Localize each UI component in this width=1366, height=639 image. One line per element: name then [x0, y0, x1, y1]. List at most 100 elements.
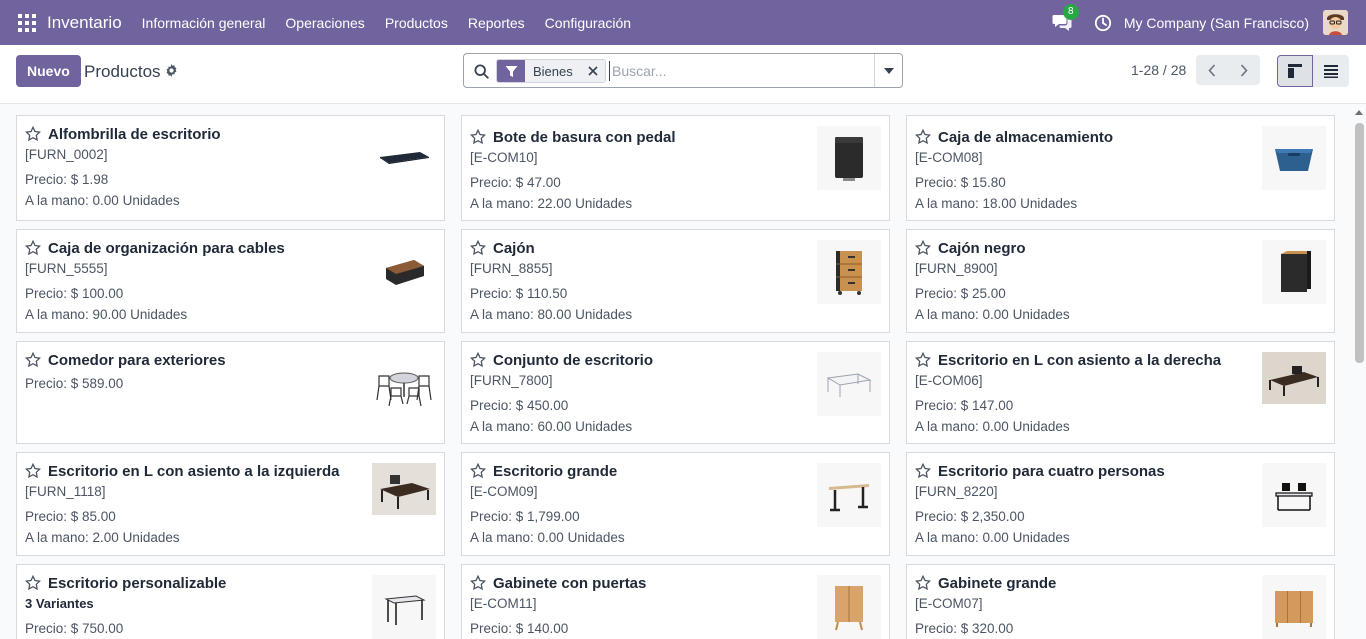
product-image — [1262, 575, 1326, 639]
product-name: Cajón negro — [938, 239, 1026, 257]
product-image — [372, 352, 436, 416]
product-image — [817, 240, 881, 304]
gear-icon[interactable] — [165, 64, 178, 77]
product-image — [1262, 126, 1326, 190]
product-card[interactable]: Alfombrilla de escritorio [FURN_0002] Pr… — [16, 115, 445, 221]
product-name: Alfombrilla de escritorio — [48, 125, 221, 143]
product-card[interactable]: Caja de organización para cables [FURN_5… — [16, 229, 445, 333]
app-brand[interactable]: Inventario — [47, 13, 122, 33]
product-image — [372, 126, 436, 190]
product-card[interactable]: Comedor para exteriores Precio: $ 589.00 — [16, 341, 445, 444]
product-card[interactable]: Caja de almacenamiento [E-COM08] Precio:… — [906, 115, 1335, 221]
chat-icon[interactable]: 8 — [1052, 3, 1079, 33]
drawer-image — [836, 251, 862, 295]
storage-box-image — [1275, 149, 1313, 171]
product-image — [817, 352, 881, 416]
star-icon[interactable] — [915, 463, 931, 479]
product-card[interactable]: Gabinete grande [E-COM07] Precio: $ 320.… — [906, 564, 1335, 639]
search-input[interactable] — [609, 61, 869, 81]
product-name: Gabinete grande — [938, 574, 1057, 592]
menu-configuration[interactable]: Configuración — [545, 15, 631, 31]
new-button[interactable]: Nuevo — [16, 55, 81, 87]
star-icon[interactable] — [915, 129, 931, 145]
product-image — [372, 463, 436, 515]
page-title: Productos — [84, 62, 161, 81]
kanban-view-button[interactable] — [1277, 55, 1313, 87]
star-icon[interactable] — [25, 575, 41, 591]
product-on-hand: A la mano: 2.00 Unidades — [25, 530, 180, 545]
product-on-hand: A la mano: 60.00 Unidades — [470, 419, 633, 434]
close-icon[interactable] — [580, 60, 605, 82]
search-icon[interactable] — [474, 64, 489, 79]
product-image — [372, 240, 436, 304]
star-icon[interactable] — [25, 463, 41, 479]
product-name: Escritorio personalizable — [48, 574, 227, 592]
product-card[interactable]: Cajón [FURN_8855] Precio: $ 110.50 A la … — [461, 229, 890, 333]
product-card[interactable]: Escritorio personalizable 3 Variantes Pr… — [16, 564, 445, 639]
product-card[interactable]: Conjunto de escritorio [FURN_7800] Preci… — [461, 341, 890, 444]
product-name: Escritorio en L con asiento a la izquier… — [48, 462, 340, 480]
product-on-hand: A la mano: 0.00 Unidades — [470, 530, 625, 545]
star-icon[interactable] — [470, 575, 486, 591]
menu-products[interactable]: Productos — [385, 15, 448, 31]
search-bar: Bienes — [463, 53, 903, 88]
custom-desk-image — [384, 595, 426, 625]
product-card[interactable]: Escritorio para cuatro personas [FURN_82… — [906, 452, 1335, 556]
l-desk-left-image — [372, 463, 436, 515]
menu-reports[interactable]: Reportes — [468, 15, 525, 31]
star-icon[interactable] — [25, 240, 41, 256]
desk-pad-image — [380, 152, 429, 164]
product-on-hand: A la mano: 18.00 Unidades — [915, 196, 1078, 211]
product-card[interactable]: Bote de basura con pedal [E-COM10] Preci… — [461, 115, 890, 221]
product-image — [817, 463, 881, 527]
product-name: Caja de almacenamiento — [938, 128, 1114, 146]
star-icon[interactable] — [470, 463, 486, 479]
activity-clock-icon[interactable] — [1094, 14, 1112, 32]
product-card[interactable]: Cajón negro [FURN_8900] Precio: $ 25.00 … — [906, 229, 1335, 333]
star-icon[interactable] — [470, 129, 486, 145]
product-image — [1262, 352, 1326, 404]
list-view-button[interactable] — [1313, 55, 1349, 87]
outdoor-dining-image — [376, 372, 432, 406]
product-name: Escritorio grande — [493, 462, 618, 480]
app-grid-icon[interactable] — [18, 13, 36, 32]
scrollbar-thumb[interactable] — [1355, 123, 1364, 363]
scroll-up-arrow[interactable] — [1355, 110, 1363, 115]
product-card[interactable]: Escritorio grande [E-COM09] Precio: $ 1,… — [461, 452, 890, 556]
menu-general[interactable]: Información general — [142, 15, 266, 31]
desk-set-image — [826, 373, 872, 397]
list-view-icon — [1324, 65, 1338, 78]
control-panel: Nuevo Productos Bienes 1-28 / 28 — [0, 45, 1366, 104]
l-desk-right-image — [1262, 352, 1326, 404]
pager-next-button[interactable] — [1228, 55, 1260, 85]
menu-operations[interactable]: Operaciones — [285, 15, 364, 31]
star-icon[interactable] — [25, 352, 41, 368]
product-card[interactable]: Escritorio en L con asiento a la izquier… — [16, 452, 445, 556]
star-icon[interactable] — [25, 126, 41, 142]
product-name: Escritorio para cuatro personas — [938, 462, 1165, 480]
large-cabinet-image — [1275, 591, 1313, 627]
star-icon[interactable] — [915, 240, 931, 256]
chevron-right-icon — [1240, 63, 1248, 77]
star-icon[interactable] — [915, 352, 931, 368]
company-switcher[interactable]: My Company (San Francisco) — [1124, 15, 1309, 31]
star-icon[interactable] — [470, 240, 486, 256]
product-card[interactable]: Gabinete con puertas [E-COM11] Precio: $… — [461, 564, 890, 639]
product-name: Conjunto de escritorio — [493, 351, 654, 369]
kanban-view: Alfombrilla de escritorio [FURN_0002] Pr… — [0, 104, 1366, 639]
product-image — [372, 575, 436, 639]
product-card[interactable]: Escritorio en L con asiento a la derecha… — [906, 341, 1335, 444]
star-icon[interactable] — [915, 575, 931, 591]
large-desk-image — [829, 484, 869, 512]
product-on-hand: A la mano: 90.00 Unidades — [25, 307, 188, 322]
product-name: Cajón — [493, 239, 535, 257]
product-name: Escritorio en L con asiento a la derecha — [938, 351, 1222, 369]
pager-previous-button[interactable] — [1196, 55, 1228, 85]
pager-value[interactable]: 1-28 / 28 — [1131, 62, 1186, 78]
search-options-toggle[interactable] — [874, 54, 902, 87]
black-drawer-image — [1281, 251, 1311, 292]
star-icon[interactable] — [470, 352, 486, 368]
product-on-hand: A la mano: 0.00 Unidades — [915, 419, 1070, 434]
product-name: Caja de organización para cables — [48, 239, 285, 257]
user-avatar[interactable] — [1323, 10, 1348, 35]
